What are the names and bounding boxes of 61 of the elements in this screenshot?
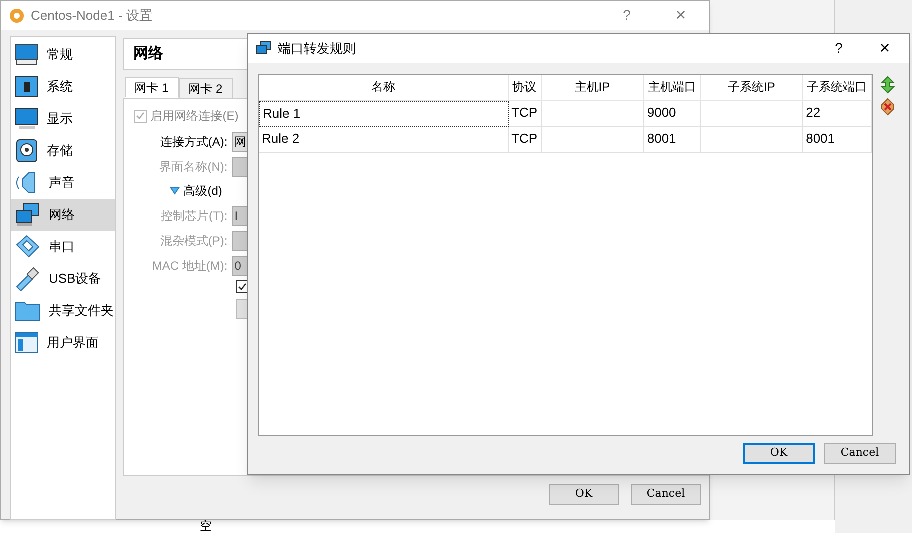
sidebar-item[interactable]: 用户界面 <box>11 327 115 359</box>
sidebar-item[interactable]: 存储 <box>11 135 115 167</box>
dialog-button[interactable]: OK <box>743 443 815 464</box>
checkbox[interactable] <box>134 110 147 122</box>
table-cell: 9000 <box>644 101 702 127</box>
column-header[interactable]: 名称 <box>259 75 509 101</box>
chip-icon <box>15 76 39 98</box>
sidebar-item[interactable]: 共享文件夹 <box>11 295 115 327</box>
table-cell: 8001 <box>644 127 702 153</box>
close-button[interactable]: × <box>865 35 905 62</box>
window-title: Centos-Node1 - 设置 <box>31 6 152 25</box>
remove-rule-icon[interactable] <box>879 98 897 116</box>
column-header[interactable]: 协议 <box>508 75 542 101</box>
section-title: 网络 <box>134 44 164 64</box>
field-label: 界面名称(N): <box>158 158 229 176</box>
sidebar-item[interactable]: 常规 <box>11 39 115 71</box>
table-cell: 8001 <box>803 127 872 153</box>
column-header[interactable]: 主机IP <box>542 75 644 101</box>
sidebar-item[interactable]: 显示 <box>11 103 115 135</box>
folder-icon <box>15 300 41 322</box>
checkbox[interactable] <box>236 280 249 293</box>
tab[interactable]: 网卡 2 <box>178 78 233 99</box>
sidebar-item[interactable]: 网络 <box>11 199 115 231</box>
desktop-text: 空 <box>200 520 212 533</box>
expander-label: 高级(d) <box>184 183 222 200</box>
sidebar-item[interactable]: 声音 <box>11 167 115 199</box>
dialog-button[interactable]: Cancel <box>631 484 701 505</box>
field-label: 混杂模式(P): <box>159 232 229 250</box>
window-title: 端口转发规则 <box>278 40 356 58</box>
close-button[interactable]: × <box>661 2 701 29</box>
table-cell: Rule 2 <box>259 127 509 153</box>
table-cell: Rule 1 <box>259 101 509 127</box>
table-cell: TCP <box>508 127 542 153</box>
dialog-button[interactable]: OK <box>549 484 619 505</box>
field-label: 控制芯片(T): <box>160 208 229 224</box>
field-label: MAC 地址(M): <box>151 258 229 274</box>
window-icon <box>15 332 39 354</box>
tab[interactable]: 网卡 1 <box>124 77 179 98</box>
check-icon <box>136 112 145 120</box>
monitor-icon <box>15 44 39 66</box>
dialog-button[interactable]: Cancel <box>824 443 896 464</box>
display-icon <box>15 108 39 130</box>
network-icon <box>15 203 41 227</box>
column-header[interactable]: 子系统端口 <box>803 75 872 101</box>
help-button[interactable]: ? <box>819 38 859 59</box>
column-header[interactable]: 子系统IP <box>701 75 804 101</box>
help-button[interactable]: ? <box>607 5 647 26</box>
expand-arrow-icon[interactable] <box>170 187 180 195</box>
serial-port-icon <box>15 235 41 259</box>
sidebar-item[interactable]: 串口 <box>11 231 115 263</box>
field-label: 连接方式(A): <box>159 134 229 150</box>
column-header[interactable]: 主机端口 <box>644 75 702 101</box>
table-cell: 22 <box>803 101 872 127</box>
table-cell: TCP <box>508 101 542 127</box>
add-rule-icon[interactable] <box>879 76 897 94</box>
sidebar-item[interactable]: USB设备 <box>11 263 115 295</box>
sidebar-item[interactable]: 系统 <box>11 71 115 103</box>
checkbox-label: 启用网络连接(E) <box>150 108 239 125</box>
network-icon <box>256 40 272 56</box>
usb-icon <box>15 267 41 291</box>
check-icon <box>238 282 247 290</box>
